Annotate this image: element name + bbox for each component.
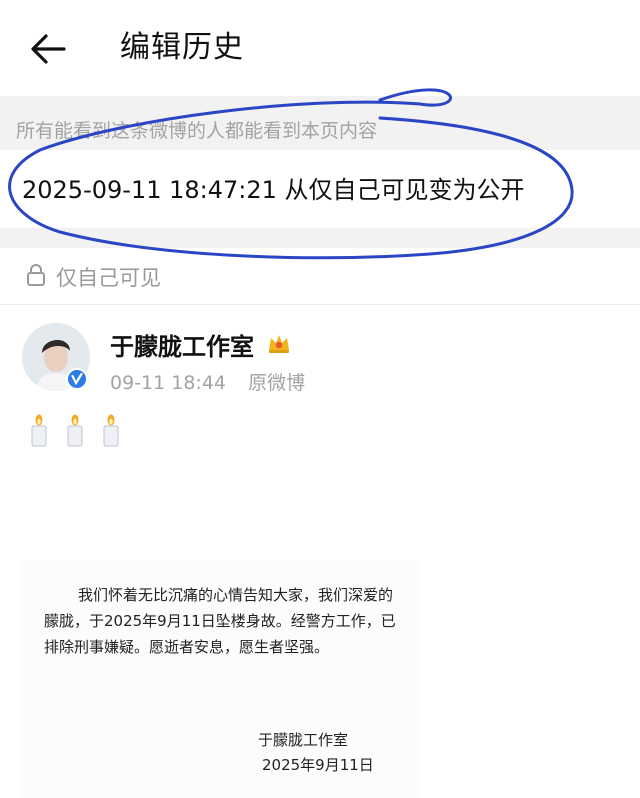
candle-icon: [64, 414, 86, 448]
emoji-row: [28, 414, 131, 450]
history-entry-text: 2025-09-11 18:47:21 从仅自己可见变为公开: [22, 176, 525, 204]
statement-date: 2025年9月11日: [262, 756, 374, 774]
candle-icon: [28, 414, 50, 448]
lock-icon: [26, 263, 46, 287]
visibility-label: 仅自己可见: [56, 266, 161, 290]
verified-badge-icon: [66, 368, 88, 390]
visibility-notice: 所有能看到这条微博的人都能看到本页内容: [16, 120, 378, 142]
crown-icon: [266, 330, 292, 356]
top-bar: 编辑历史: [0, 0, 640, 96]
section-divider: [0, 228, 640, 248]
author-name[interactable]: 于朦胧工作室: [110, 327, 254, 362]
back-arrow-icon[interactable]: [28, 28, 70, 70]
post-time: 09-11 18:44: [110, 372, 227, 394]
post-source-link[interactable]: 原微博: [248, 372, 305, 394]
candle-icon: [100, 414, 122, 448]
statement-signature: 于朦胧工作室: [258, 731, 349, 749]
post-meta: 09-11 18:44 原微博: [110, 368, 305, 395]
page-title: 编辑历史: [120, 30, 244, 65]
statement-text: 我们怀着无比沉痛的心情告知大家，我们深爱的朦胧，于2025年9月11日坠楼身故。…: [44, 586, 396, 656]
